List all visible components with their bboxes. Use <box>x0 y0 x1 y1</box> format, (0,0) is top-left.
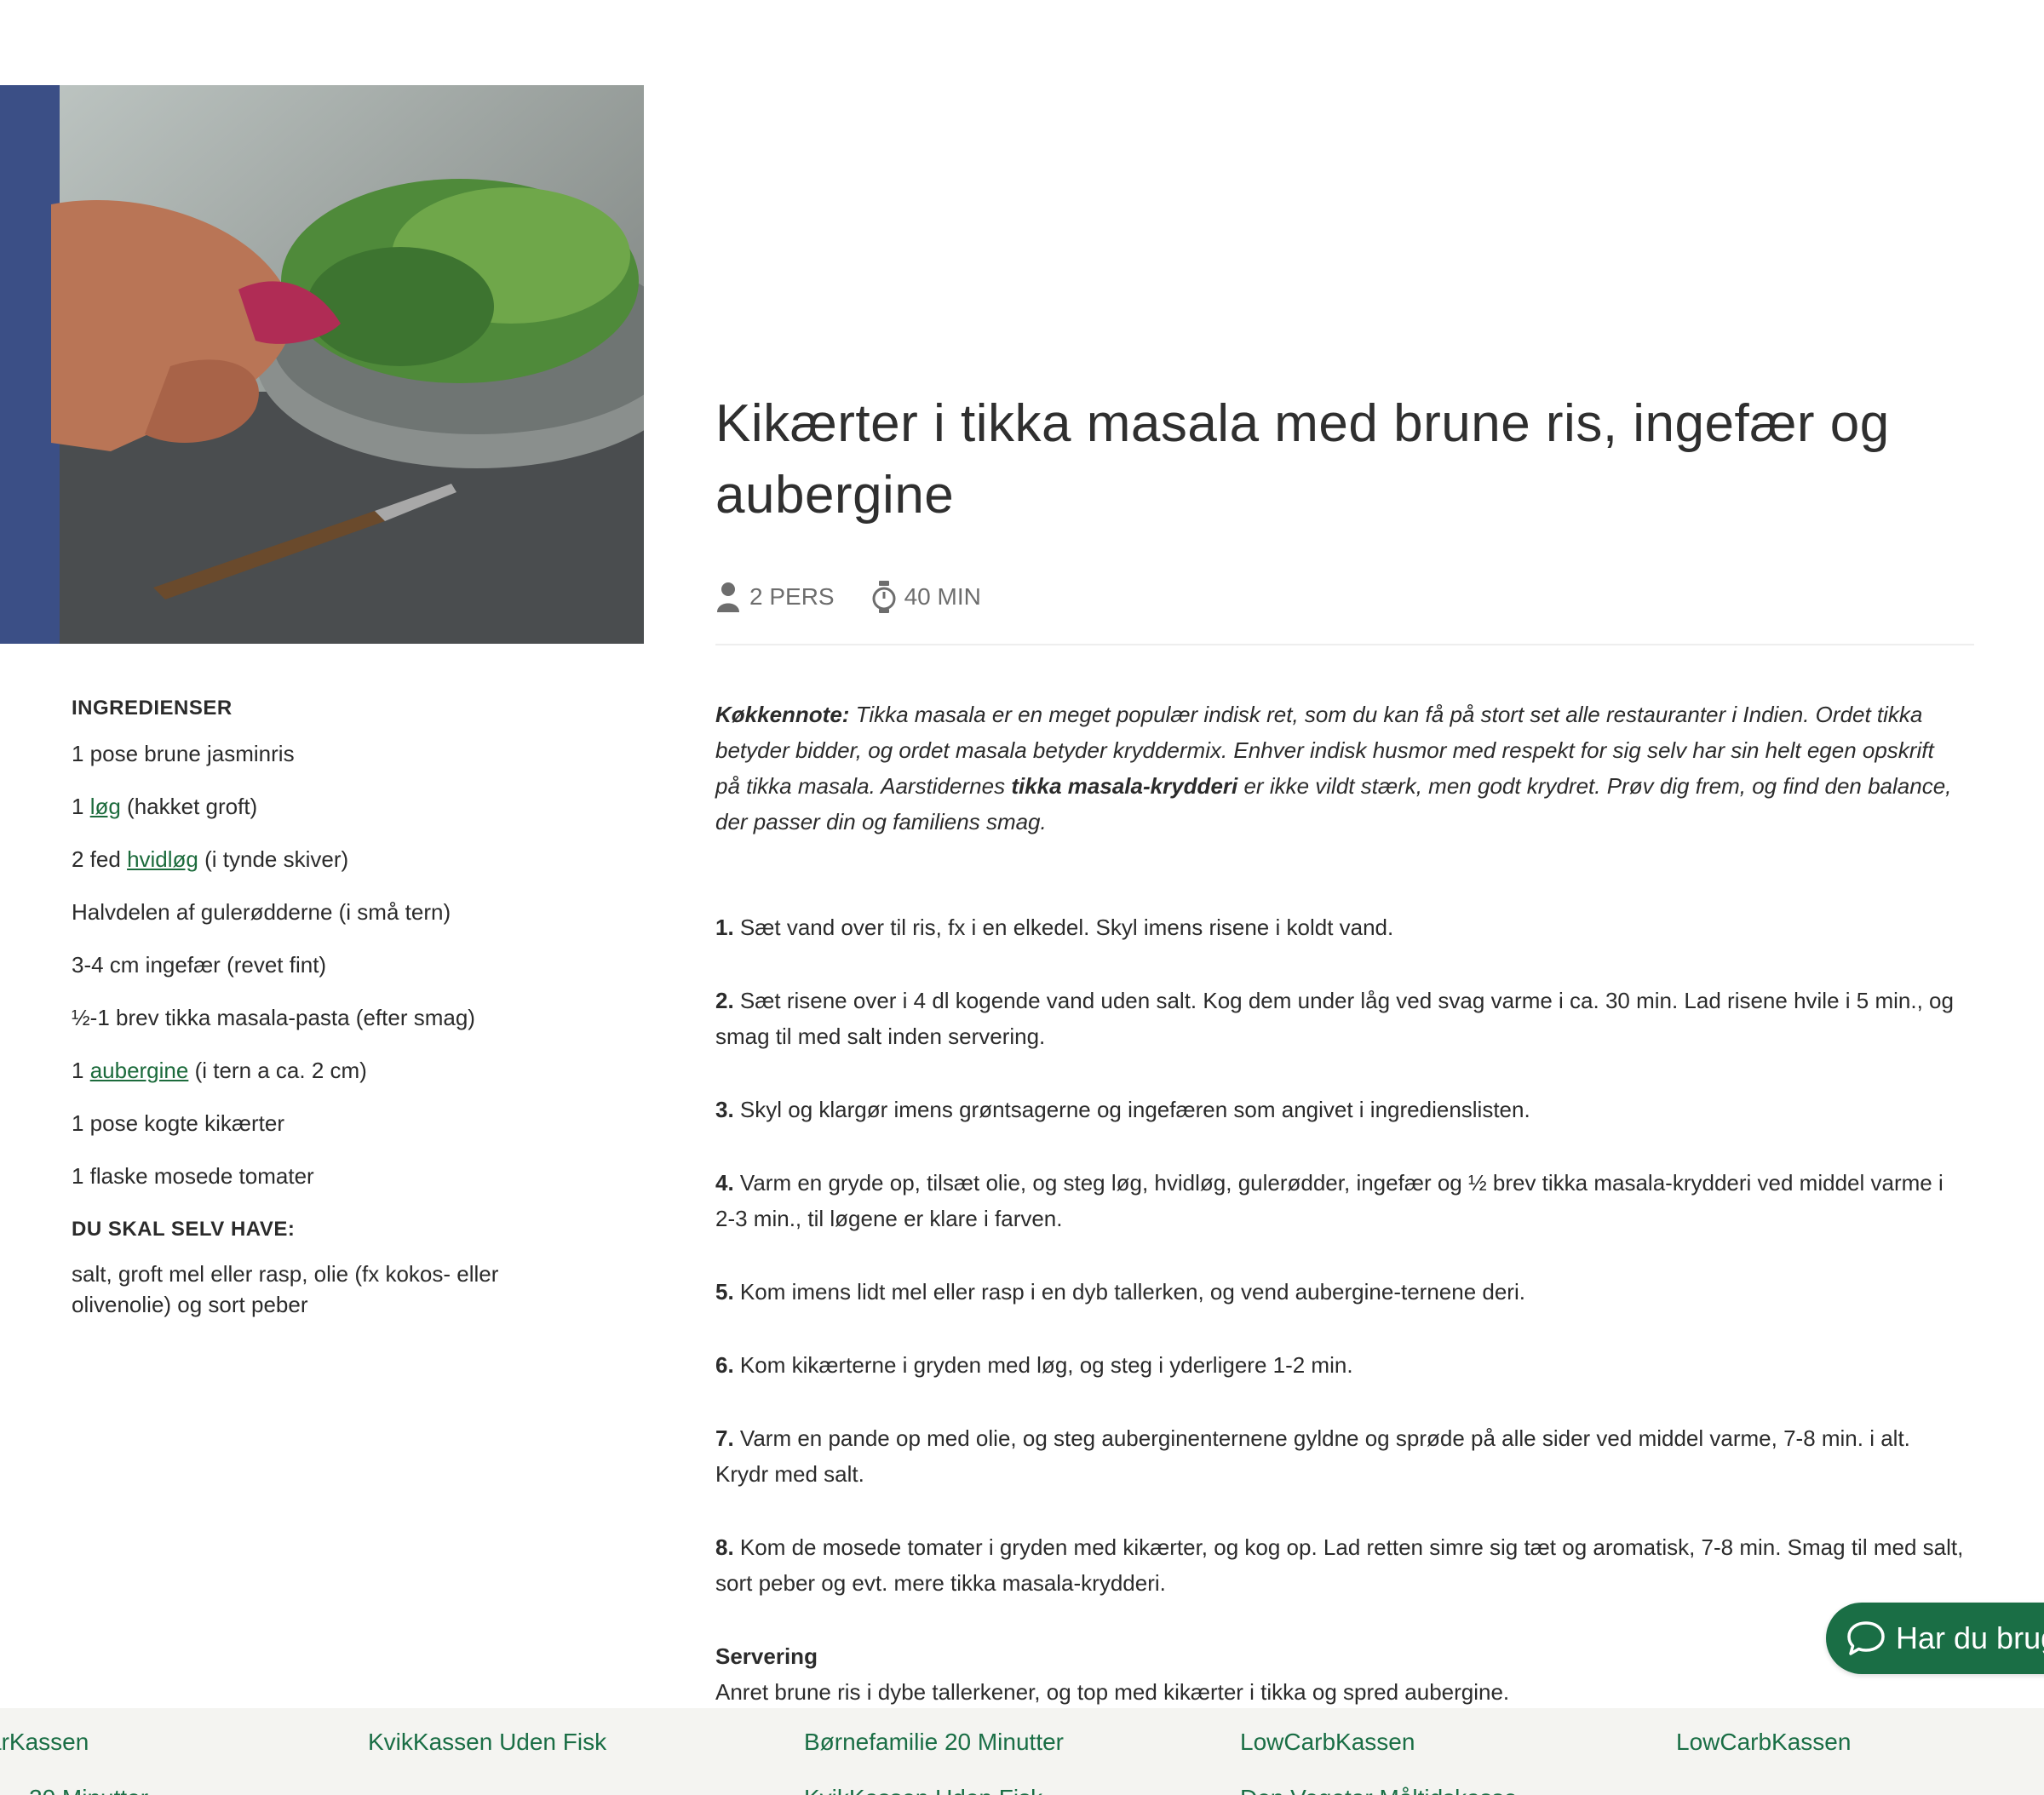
ingredient-item: 1 flaske mosede tomater <box>72 1161 600 1214</box>
ingredient-item: 1 løg (hakket groft) <box>72 792 600 845</box>
serving-heading: Servering <box>715 1643 818 1669</box>
step-text: Kom imens lidt mel eller rasp i en dyb t… <box>733 1279 1525 1305</box>
step-text: Varm en gryde op, tilsæt olie, og steg l… <box>715 1170 1944 1231</box>
ingredient-text: (i tern a ca. 2 cm) <box>188 1058 367 1083</box>
ingredient-link-hvidlog[interactable]: hvidløg <box>127 846 198 872</box>
step-number: 7. <box>715 1425 734 1451</box>
footer-link[interactable]: Den Vegetar Måltidskasse <box>1240 1785 1517 1795</box>
footer-link[interactable]: 20 Minutter <box>29 1785 148 1795</box>
chat-help-button[interactable]: Har du brug for hjælp? <box>1826 1603 2044 1674</box>
recipe-meta: 2 PERS 40 MIN <box>715 576 1019 618</box>
step-number: 8. <box>715 1534 734 1560</box>
step-number: 5. <box>715 1279 734 1305</box>
step-3: 3. Skyl og klargør imens grøntsagerne og… <box>715 1092 1967 1127</box>
ingredient-text: 1 <box>72 1058 90 1083</box>
stopwatch-icon <box>872 581 896 613</box>
step-5: 5. Kom imens lidt mel eller rasp i en dy… <box>715 1274 1967 1310</box>
persons-info: 2 PERS <box>715 582 835 612</box>
footer-nav: arKassen KvikKassen Uden Fisk Børnefamil… <box>0 1708 2044 1795</box>
footer-link[interactable]: KvikKassen Uden Fisk <box>804 1785 1042 1795</box>
chat-bubble-icon <box>1847 1621 1885 1655</box>
step-1: 1. Sæt vand over til ris, fx i en elkede… <box>715 909 1967 945</box>
step-number: 3. <box>715 1097 734 1122</box>
step-text: Sæt vand over til ris, fx i en elkedel. … <box>733 915 1394 940</box>
step-number: 2. <box>715 988 734 1013</box>
footer-link[interactable]: LowCarbKassen <box>1676 1729 1851 1756</box>
step-2: 2. Sæt risene over i 4 dl kogende vand u… <box>715 983 1967 1054</box>
hero-photo <box>0 85 644 644</box>
step-text: Skyl og klargør imens grøntsagerne og in… <box>733 1097 1530 1122</box>
recipe-hero-image <box>0 85 644 644</box>
ingredient-text: 3-4 cm ingefær (revet fint) <box>72 952 327 978</box>
ingredient-item: 3-4 cm ingefær (revet fint) <box>72 950 600 1003</box>
ingredient-text: 2 fed <box>72 846 128 872</box>
serving-section: Servering Anret brune ris i dybe tallerk… <box>715 1638 1959 1710</box>
persons-label: 2 PERS <box>749 583 835 610</box>
ingredient-text: 1 flaske mosede tomater <box>72 1163 314 1189</box>
ingredient-text: Halvdelen af gulerødderne (i små tern) <box>72 899 451 925</box>
step-number: 4. <box>715 1170 734 1196</box>
self-provide-text: salt, groft mel eller rasp, olie (fx kok… <box>72 1261 499 1317</box>
ingredient-text: (hakket groft) <box>120 794 258 819</box>
meta-divider <box>715 644 1974 645</box>
ingredient-text: (i tynde skiver) <box>198 846 349 872</box>
step-7: 7. Varm en pande op med olie, og steg au… <box>715 1420 1967 1492</box>
footer-link[interactable]: arKassen <box>0 1729 89 1756</box>
chat-help-label: Har du brug for hjælp? <box>1896 1620 2044 1655</box>
ingredient-item: Halvdelen af gulerødderne (i små tern) <box>72 898 600 950</box>
time-label: 40 MIN <box>904 583 981 610</box>
ingredient-text: 1 pose brune jasminris <box>72 741 295 766</box>
kitchen-note-bold: tikka masala-krydderi <box>1011 773 1238 799</box>
ingredient-item: 2 fed hvidløg (i tynde skiver) <box>72 845 600 898</box>
ingredient-item: 1 pose kogte kikærter <box>72 1109 600 1161</box>
ingredients-panel: INGREDIENSER 1 pose brune jasminris 1 lø… <box>72 697 600 1320</box>
step-6: 6. Kom kikærterne i gryden med løg, og s… <box>715 1347 1967 1383</box>
footer-link[interactable]: Børnefamilie 20 Minutter <box>804 1729 1064 1756</box>
step-text: Kom kikærterne i gryden med løg, og steg… <box>733 1352 1353 1378</box>
recipe-title: Kikærter i tikka masala med brune ris, i… <box>715 394 1890 525</box>
ingredient-item: 1 aubergine (i tern a ca. 2 cm) <box>72 1056 600 1109</box>
step-text: Varm en pande op med olie, og steg auber… <box>715 1425 1910 1487</box>
ingredient-link-aubergine[interactable]: aubergine <box>90 1058 189 1083</box>
ingredient-item: 1 pose brune jasminris <box>72 739 600 792</box>
step-number: 6. <box>715 1352 734 1378</box>
ingredient-item: ½-1 brev tikka masala-pasta (efter smag) <box>72 1003 600 1056</box>
step-text: Kom de mosede tomater i gryden med kikær… <box>715 1534 1964 1596</box>
person-icon <box>717 582 739 612</box>
ingredient-link-log[interactable]: løg <box>90 794 121 819</box>
step-text: Sæt risene over i 4 dl kogende vand uden… <box>715 988 1954 1049</box>
ingredients-list: 1 pose brune jasminris 1 løg (hakket gro… <box>72 739 600 1214</box>
ingredient-text: 1 pose kogte kikærter <box>72 1110 285 1136</box>
ingredient-text: 1 <box>72 794 90 819</box>
ingredients-heading: INGREDIENSER <box>72 697 233 720</box>
kitchen-note-label: Køkkennote: <box>715 702 850 727</box>
step-4: 4. Varm en gryde op, tilsæt olie, og ste… <box>715 1165 1967 1236</box>
kitchen-note: Køkkennote: Tikka masala er en meget pop… <box>715 697 1959 840</box>
step-8: 8. Kom de mosede tomater i gryden med ki… <box>715 1529 1967 1601</box>
footer-link[interactable]: KvikKassen Uden Fisk <box>368 1729 606 1756</box>
step-number: 1. <box>715 915 734 940</box>
time-info: 40 MIN <box>872 580 981 614</box>
footer-link[interactable]: LowCarbKassen <box>1240 1729 1415 1756</box>
ingredient-text: ½-1 brev tikka masala-pasta (efter smag) <box>72 1005 475 1030</box>
recipe-steps: 1. Sæt vand over til ris, fx i en elkede… <box>715 909 1967 1638</box>
serving-text: Anret brune ris i dybe tallerkener, og t… <box>715 1679 1510 1705</box>
self-provide-heading: DU SKAL SELV HAVE: <box>72 1218 296 1241</box>
